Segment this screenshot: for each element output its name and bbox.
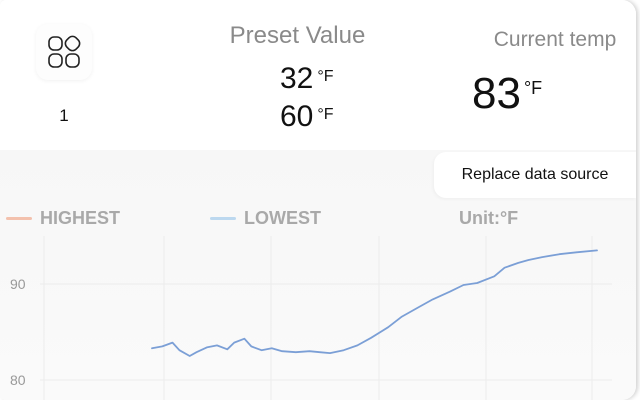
app-frame: 1 Preset Value 32 °F 60 °F Current temp … — [0, 0, 636, 400]
temperature-series-line — [151, 249, 598, 357]
temperature-chart — [40, 236, 612, 400]
